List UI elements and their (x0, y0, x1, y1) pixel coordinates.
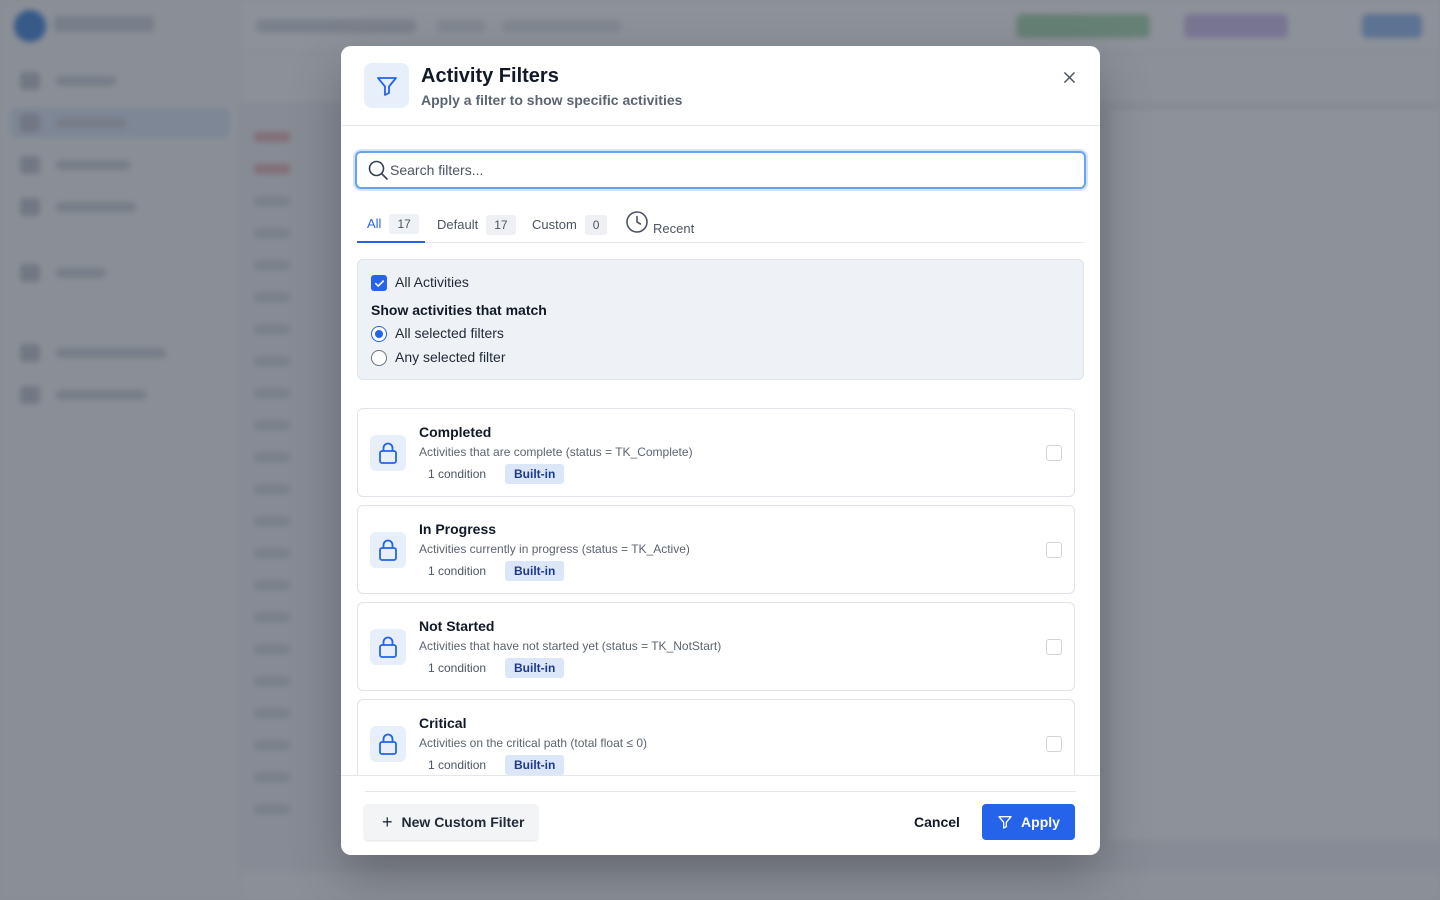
filter-tabs: All 17 Default 17 Custom 0 Recent (357, 206, 1084, 243)
new-custom-filter-button[interactable]: + New Custom Filter (364, 804, 538, 840)
apply-label: Apply (1021, 814, 1060, 830)
builtin-badge: Built-in (505, 755, 565, 775)
filter-name: Not Started (419, 618, 495, 634)
tab-custom[interactable]: Custom 0 (532, 206, 608, 243)
tab-count: 17 (486, 214, 516, 235)
dialog-title: Activity Filters (421, 65, 559, 87)
filter-checkbox[interactable] (1046, 445, 1062, 461)
tab-label: Recent (653, 221, 695, 236)
filter-name: Critical (419, 715, 467, 731)
builtin-badge: Built-in (505, 561, 565, 581)
clock-icon (626, 211, 648, 233)
filter-list: Completed Activities that are complete (… (341, 398, 1100, 776)
filter-name: In Progress (419, 521, 497, 537)
match-options-panel: All Activities Show activities that matc… (357, 259, 1084, 380)
tab-recent[interactable]: Recent (625, 206, 694, 243)
lock-icon (370, 629, 406, 665)
search-icon (368, 160, 388, 180)
filter-description: Activities currently in progress (status… (419, 542, 690, 556)
dialog-header: Activity Filters Apply a filter to show … (341, 46, 1100, 126)
all-activities-label: All Activities (395, 274, 469, 290)
builtin-badge: Built-in (505, 658, 565, 678)
close-icon (1063, 71, 1075, 83)
new-filter-label: New Custom Filter (401, 814, 525, 830)
filter-card-in-progress[interactable]: In Progress Activities currently in prog… (357, 505, 1075, 594)
footer-divider (365, 791, 1076, 792)
radio-label: Any selected filter (395, 349, 506, 365)
filter-condition-count: 1 condition (428, 661, 487, 675)
filter-checkbox[interactable] (1046, 639, 1062, 655)
filter-icon (998, 816, 1012, 829)
filter-icon (364, 63, 409, 108)
apply-button[interactable]: Apply (982, 804, 1075, 840)
tab-all[interactable]: All 17 (357, 206, 425, 243)
filter-condition-count: 1 condition (428, 467, 487, 481)
filter-card-critical[interactable]: Critical Activities on the critical path… (357, 699, 1075, 775)
dialog-subtitle: Apply a filter to show specific activiti… (421, 92, 683, 108)
filter-description: Activities that are complete (status = T… (419, 445, 693, 459)
activity-filters-dialog: Activity Filters Apply a filter to show … (341, 46, 1100, 855)
tab-default[interactable]: Default 17 (437, 206, 516, 243)
tab-count: 0 (584, 214, 608, 235)
radio-label: All selected filters (395, 325, 504, 341)
filter-description: Activities on the critical path (total f… (419, 736, 648, 750)
check-icon (374, 279, 384, 287)
plus-icon: + (382, 812, 393, 832)
cancel-button[interactable]: Cancel (907, 804, 967, 840)
filter-checkbox[interactable] (1046, 542, 1062, 558)
search-box (355, 151, 1086, 189)
filter-condition-count: 1 condition (428, 564, 487, 578)
filter-card-not-started[interactable]: Not Started Activities that have not sta… (357, 602, 1075, 691)
close-button[interactable] (1056, 64, 1082, 90)
lock-icon (370, 435, 406, 471)
tab-count: 17 (389, 213, 419, 234)
filter-name: Completed (419, 424, 492, 440)
filter-condition-count: 1 condition (428, 758, 487, 772)
tab-label: All (367, 216, 382, 231)
lock-icon (370, 726, 406, 762)
filter-card-completed[interactable]: Completed Activities that are complete (… (357, 408, 1075, 497)
lock-icon (370, 532, 406, 568)
all-activities-checkbox[interactable] (371, 275, 387, 291)
match-heading: Show activities that match (371, 302, 547, 318)
tab-label: Custom (532, 217, 577, 232)
radio-any-selected-filter[interactable] (371, 350, 387, 366)
filter-description: Activities that have not started yet (st… (419, 639, 722, 653)
builtin-badge: Built-in (505, 464, 565, 484)
radio-all-selected-filters[interactable] (371, 326, 387, 342)
tab-label: Default (437, 217, 479, 232)
search-input[interactable] (390, 153, 1070, 187)
filter-checkbox[interactable] (1046, 736, 1062, 752)
